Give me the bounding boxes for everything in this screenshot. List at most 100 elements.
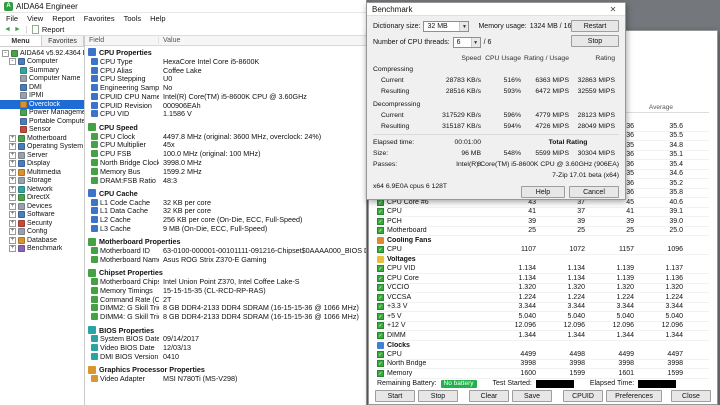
sidebar-item-sensor[interactable]: Sensor xyxy=(0,126,84,135)
cpuid-button[interactable]: CPUID xyxy=(563,390,603,402)
list-row[interactable]: L2 Cache 256 KB per core (On-Die, ECC, Fu… xyxy=(85,215,366,224)
list-row[interactable]: System BIOS Date 09/14/2017 xyxy=(85,334,366,343)
tab-menu[interactable]: Menu xyxy=(0,36,42,46)
sidebar-item-display[interactable]: Display xyxy=(0,160,84,169)
menu-file[interactable]: File xyxy=(6,14,18,23)
list-row[interactable]: DIMM2: G Skill TridentZ F4-3... 8 GB DDR4… xyxy=(85,303,366,312)
close-icon[interactable]: ✕ xyxy=(606,5,620,14)
checkbox-checked-icon[interactable] xyxy=(377,246,384,254)
report-icon[interactable] xyxy=(31,25,39,34)
list-row[interactable]: L1 Data Cache 32 KB per core xyxy=(85,206,366,215)
checkbox-checked-icon[interactable] xyxy=(377,350,384,358)
clear-button[interactable]: Clear xyxy=(469,390,509,402)
sidebar-item-storage[interactable]: Storage xyxy=(0,177,84,186)
sidebar-item-devices[interactable]: Devices xyxy=(0,202,84,211)
expand-icon[interactable] xyxy=(9,151,16,159)
sidebar-item-motherboard[interactable]: Motherboard xyxy=(0,134,84,143)
checkbox-checked-icon[interactable] xyxy=(377,208,384,216)
list-row[interactable]: CPU Alias Coffee Lake xyxy=(85,66,366,75)
sidebar-item-summary[interactable]: Summary xyxy=(0,66,84,75)
checkbox-checked-icon[interactable] xyxy=(377,303,384,311)
checkbox-checked-icon[interactable] xyxy=(377,331,384,339)
list-row[interactable]: CPU Clock 4497.8 MHz (original: 3600 MHz,… xyxy=(85,132,366,141)
sidebar-item-dmi[interactable]: DMI xyxy=(0,83,84,92)
list-row[interactable]: Memory Timings 15-15-15-35 (CL-RCD-RP-RAS… xyxy=(85,286,366,295)
checkbox-checked-icon[interactable] xyxy=(377,322,384,330)
menu-help[interactable]: Help xyxy=(150,14,165,23)
list-row[interactable]: L1 Code Cache 32 KB per core xyxy=(85,198,366,207)
column-average[interactable]: Average xyxy=(627,104,673,111)
expand-icon[interactable] xyxy=(9,202,16,210)
checkbox-checked-icon[interactable] xyxy=(377,293,384,301)
menu-favorites[interactable]: Favorites xyxy=(84,14,115,23)
list-row[interactable]: L3 Cache 9 MB (On-Die, ECC, Full-Speed) xyxy=(85,224,366,233)
list-row[interactable]: DRAM:FSB Ratio 48:3 xyxy=(85,176,366,185)
sidebar-item-software[interactable]: Software xyxy=(0,211,84,220)
expand-icon[interactable] xyxy=(9,143,16,151)
stop-button[interactable]: Stop xyxy=(418,390,458,402)
checkbox-checked-icon[interactable] xyxy=(377,217,384,225)
forward-icon[interactable]: ► xyxy=(14,26,21,33)
column-value[interactable]: Value xyxy=(159,37,180,44)
checkbox-checked-icon[interactable] xyxy=(377,274,384,282)
dictionary-select[interactable]: 32 MB ▼ xyxy=(423,21,470,32)
list-row[interactable]: DMI BIOS Version 0410 xyxy=(85,352,366,361)
stop-button[interactable]: Stop xyxy=(571,35,619,47)
column-field[interactable]: Field xyxy=(85,37,159,44)
sidebar-item-power-management[interactable]: Power Management xyxy=(0,109,84,118)
list-row[interactable]: Video Adapter MSI N780Ti (MS-V298) xyxy=(85,374,366,383)
threads-select[interactable]: 6 ▼ xyxy=(452,37,481,48)
checkbox-checked-icon[interactable] xyxy=(377,312,384,320)
expand-icon[interactable] xyxy=(9,160,16,168)
list-row[interactable]: CPU Type HexaCore Intel Core i5-8600K xyxy=(85,57,366,66)
expand-icon[interactable] xyxy=(9,211,16,219)
sidebar-item-server[interactable]: Server xyxy=(0,151,84,160)
list-row[interactable]: CPU Stepping U0 xyxy=(85,74,366,83)
tab-favorites[interactable]: Favorites xyxy=(42,36,84,46)
cancel-button[interactable]: Cancel xyxy=(569,186,619,198)
sidebar-item-benchmark[interactable]: Benchmark xyxy=(0,245,84,254)
sidebar-item-database[interactable]: Database xyxy=(0,236,84,245)
sidebar-item-root[interactable]: AIDA64 v5.92.4364 Beta xyxy=(0,49,84,58)
start-button[interactable]: Start xyxy=(375,390,415,402)
sidebar-item-overclock[interactable]: Overclock xyxy=(0,100,84,109)
sidebar-item-portable-computer[interactable]: Portable Computer xyxy=(0,117,84,126)
expand-icon[interactable] xyxy=(9,185,16,193)
sidebar-item-security[interactable]: Security xyxy=(0,219,84,228)
sidebar-item-config[interactable]: Config xyxy=(0,228,84,237)
sidebar-item-network[interactable]: Network xyxy=(0,185,84,194)
preferences-button[interactable]: Preferences xyxy=(606,390,662,402)
expand-icon[interactable] xyxy=(9,228,16,236)
list-row[interactable]: Video BIOS Date 12/03/13 xyxy=(85,343,366,352)
menu-report[interactable]: Report xyxy=(52,14,75,23)
restart-button[interactable]: Restart xyxy=(571,20,619,32)
expand-icon[interactable] xyxy=(9,236,16,244)
list-row[interactable]: CPU Multiplier 45x xyxy=(85,140,366,149)
sidebar-item-ipmi[interactable]: IPMI xyxy=(0,92,84,101)
list-row[interactable]: CPUID CPU Name Intel(R) Core(TM) i5-8600K… xyxy=(85,92,366,101)
list-row[interactable]: Command Rate (CR) 2T xyxy=(85,295,366,304)
sidebar-item-operating-system[interactable]: Operating System xyxy=(0,143,84,152)
checkbox-checked-icon[interactable] xyxy=(377,284,384,292)
expand-icon[interactable] xyxy=(9,177,16,185)
sidebar-item-computer[interactable]: Computer xyxy=(0,58,84,67)
help-button[interactable]: Help xyxy=(521,186,565,198)
expand-icon[interactable] xyxy=(9,219,16,227)
sidebar-item-computer-name[interactable]: Computer Name xyxy=(0,75,84,84)
expand-icon[interactable] xyxy=(9,168,16,176)
expand-icon[interactable] xyxy=(9,194,16,202)
menu-tools[interactable]: Tools xyxy=(124,14,142,23)
list-row[interactable]: Memory Bus 1599.2 MHz xyxy=(85,167,366,176)
list-row[interactable]: Motherboard Name Asus ROG Strix Z370-E Ga… xyxy=(85,255,366,264)
expand-icon[interactable] xyxy=(9,134,16,142)
list-row[interactable]: Motherboard Chipset Intel Union Point Z37… xyxy=(85,277,366,286)
list-row[interactable]: CPU FSB 100.0 MHz (original: 100 MHz) xyxy=(85,149,366,158)
list-row[interactable]: CPUID Revision 000906EAh xyxy=(85,101,366,110)
list-row[interactable]: Motherboard ID 63-0100-000001-00101111-09… xyxy=(85,246,366,255)
checkbox-checked-icon[interactable] xyxy=(377,369,384,377)
collapse-icon[interactable] xyxy=(9,58,16,66)
list-row[interactable]: North Bridge Clock 3998.0 MHz xyxy=(85,158,366,167)
collapse-icon[interactable] xyxy=(2,49,9,57)
checkbox-checked-icon[interactable] xyxy=(377,360,384,368)
menu-view[interactable]: View xyxy=(27,14,43,23)
